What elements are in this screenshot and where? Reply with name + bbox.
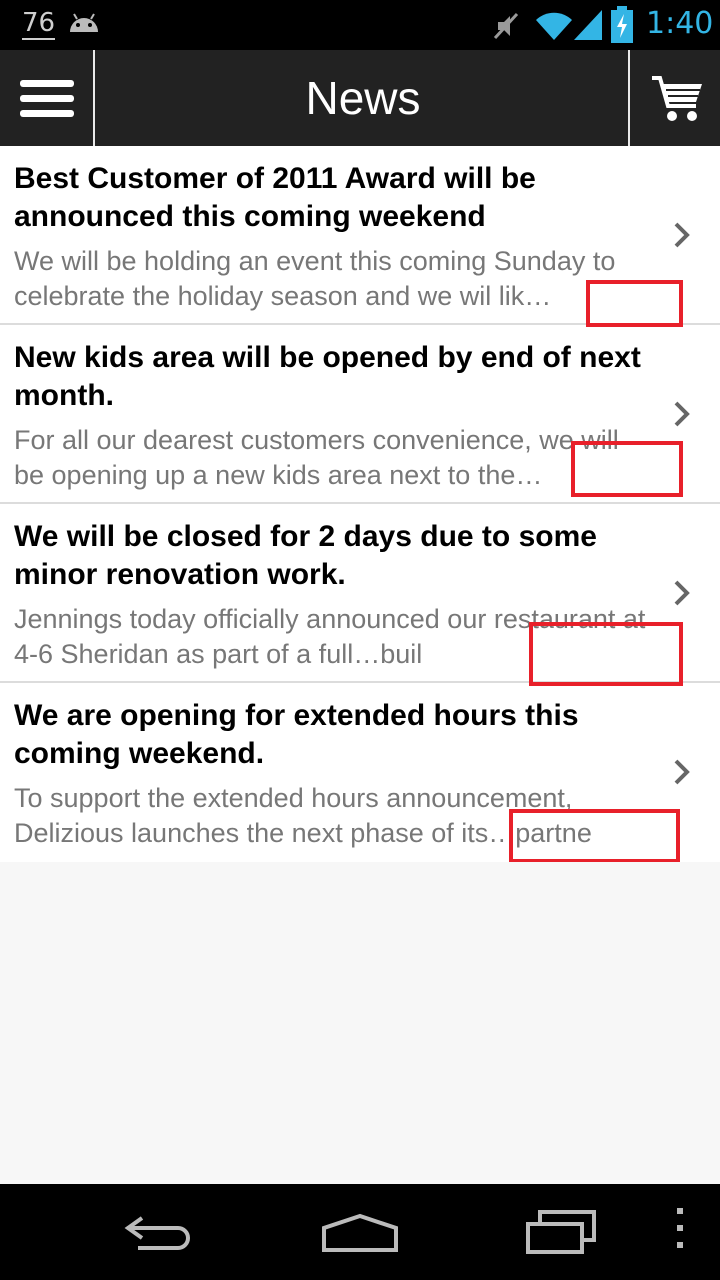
news-item[interactable]: We are opening for extended hours this c…: [0, 683, 720, 863]
news-item[interactable]: Best Customer of 2011 Award will be anno…: [0, 146, 720, 327]
news-title: New kids area will be opened by end of n…: [14, 341, 641, 412]
home-icon[interactable]: [320, 1212, 400, 1256]
cart-button[interactable]: [628, 50, 720, 146]
status-time: 1:40: [646, 6, 714, 41]
page-title: News: [305, 72, 421, 124]
menu-button[interactable]: [0, 50, 95, 146]
signal-icon: [572, 8, 604, 46]
empty-area: [0, 862, 720, 1184]
android-icon: [66, 10, 102, 40]
news-title: We are opening for extended hours this c…: [14, 699, 579, 770]
news-title: Best Customer of 2011 Award will be anno…: [14, 162, 536, 233]
mute-icon: [490, 10, 522, 46]
news-title: We will be closed for 2 days due to some…: [14, 520, 597, 591]
chevron-right-icon: [672, 399, 692, 433]
shopping-cart-icon: [650, 74, 704, 128]
highlight-box: [571, 441, 683, 497]
action-bar: News: [0, 50, 720, 146]
back-icon[interactable]: [124, 1212, 194, 1256]
highlight-box: [529, 622, 683, 686]
hamburger-menu-icon: [20, 80, 74, 87]
overflow-menu-icon[interactable]: [672, 1206, 688, 1260]
status-bar: 76 1:40: [0, 0, 720, 50]
chevron-right-icon: [672, 220, 692, 254]
chevron-right-icon: [672, 578, 692, 612]
highlight-box: [509, 809, 680, 863]
news-item[interactable]: New kids area will be opened by end of n…: [0, 325, 720, 504]
wifi-icon: [534, 8, 574, 46]
notification-count: 76: [22, 8, 56, 40]
battery-icon: [610, 6, 634, 48]
news-description: For all our dearest customers convenienc…: [14, 425, 619, 490]
news-list: Best Customer of 2011 Award will be anno…: [0, 146, 720, 863]
recent-apps-icon[interactable]: [524, 1210, 598, 1258]
chevron-right-icon: [672, 757, 692, 791]
news-description: We will be holding an event this coming …: [14, 246, 616, 311]
navigation-bar: [0, 1184, 720, 1280]
news-item[interactable]: We will be closed for 2 days due to some…: [0, 504, 720, 686]
highlight-box: [586, 280, 683, 327]
